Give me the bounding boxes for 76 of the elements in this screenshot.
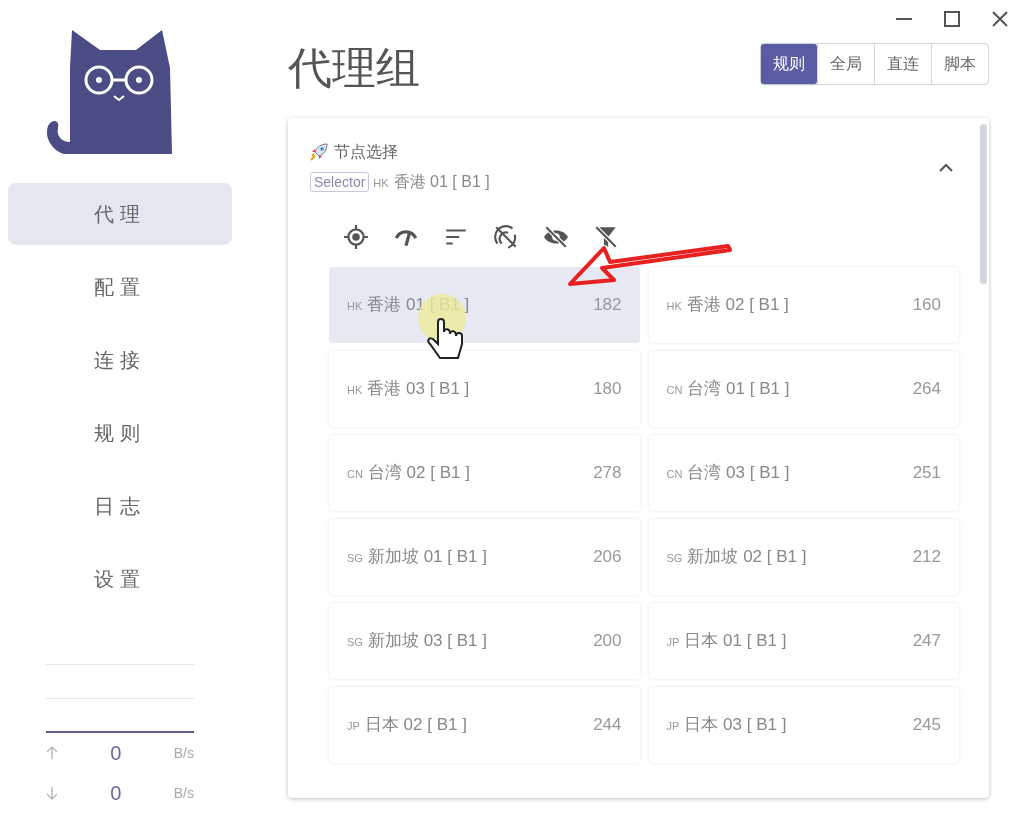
speed-unit: B/s [173,743,194,763]
region-code: HK [373,176,389,191]
signal-off-icon[interactable] [493,224,519,250]
download-arrow-icon [46,786,58,800]
node-name: 日本 01 [ B1 ] [684,630,787,653]
region-code: SG [347,551,363,567]
delay-value: 278 [593,462,622,485]
nav-item[interactable]: 代理 [8,183,232,245]
node-name: 香港 02 [ B1 ] [686,294,789,317]
node-card[interactable]: SG 新加坡 02 [ B1 ] 212 [648,519,959,595]
region-code: SG [347,635,363,651]
rocket-icon [310,143,328,161]
delay-value: 212 [912,546,941,569]
node-name: 台湾 03 [ B1 ] [687,462,790,485]
delay-value: 244 [593,714,622,737]
region-code: JP [666,719,680,735]
delay-value: 206 [593,546,622,569]
delay-value: 251 [912,462,941,485]
region-code: SG [666,551,683,567]
mode-tab[interactable]: 脚本 [931,44,988,84]
region-code: CN [666,383,683,399]
eye-off-icon[interactable] [543,224,569,250]
locate-icon[interactable] [343,224,369,250]
node-card[interactable]: HK 香港 02 [ B1 ] 160 [648,267,959,343]
node-name: 日本 03 [ B1 ] [684,714,787,737]
node-card[interactable]: CN 台湾 03 [ B1 ] 251 [648,435,959,511]
speed-value: 0 [110,741,122,766]
region-code: HK [666,299,682,315]
node-name: 新加坡 03 [ B1 ] [367,630,487,653]
type-tag: Selector [310,172,370,192]
delay-value: 264 [912,378,941,401]
node-name: 日本 02 [ B1 ] [364,714,467,737]
nav-item[interactable]: 日志 [8,475,232,537]
node-name: 台湾 01 [ B1 ] [687,378,790,401]
delay-value: 200 [593,630,622,653]
filter-off-icon[interactable] [593,224,619,250]
node-name: 新加坡 02 [ B1 ] [687,546,807,569]
nav-item[interactable]: 规则 [8,402,232,464]
node-name: 香港 03 [ B1 ] [367,378,470,401]
node-card[interactable]: CN 台湾 02 [ B1 ] 278 [329,435,640,511]
nav-item[interactable]: 设置 [8,548,232,610]
mode-tab[interactable]: 全局 [817,44,874,84]
region-code: JP [347,719,360,735]
scrollbar-thumb[interactable] [980,124,987,284]
delay-value: 245 [912,714,941,737]
region-code: CN [347,467,363,483]
close-icon[interactable] [991,10,1009,28]
node-card[interactable]: HK 香港 03 [ B1 ] 180 [329,351,640,427]
nav-item[interactable]: 配置 [8,256,232,318]
upload-arrow-icon [46,746,58,760]
current-node-label: 香港 01 [ B1 ] [393,172,490,192]
delay-value: 247 [912,630,941,653]
region-code: HK [347,299,363,315]
node-card[interactable]: SG 新加坡 01 [ B1 ] 206 [329,519,640,595]
delay-value: 182 [593,294,622,317]
region-code: JP [666,635,680,651]
region-code: HK [347,383,363,399]
speed-value: 0 [110,781,122,806]
node-card[interactable]: CN 台湾 01 [ B1 ] 264 [648,351,959,427]
delay-value: 180 [593,378,622,401]
collapse-chevron-icon[interactable] [939,162,953,172]
mode-tab[interactable]: 规则 [761,44,817,84]
speed-unit: B/s [173,783,194,803]
node-card[interactable]: SG 新加坡 03 [ B1 ] 200 [329,603,640,679]
group-name: 节点选择 [334,142,398,162]
maximize-icon[interactable] [943,10,961,28]
node-card[interactable]: JP 日本 03 [ B1 ] 245 [648,687,959,763]
region-code: CN [666,467,683,483]
node-card[interactable]: JP 日本 01 [ B1 ] 247 [648,603,959,679]
nav-item[interactable]: 连接 [8,329,232,391]
mode-tab[interactable]: 直连 [874,44,931,84]
delay-value: 160 [912,294,941,317]
node-card[interactable]: JP 日本 02 [ B1 ] 244 [329,687,640,763]
page-title: 代理组 [288,46,420,90]
node-name: 台湾 02 [ B1 ] [367,462,470,485]
node-name: 新加坡 01 [ B1 ] [367,546,487,569]
